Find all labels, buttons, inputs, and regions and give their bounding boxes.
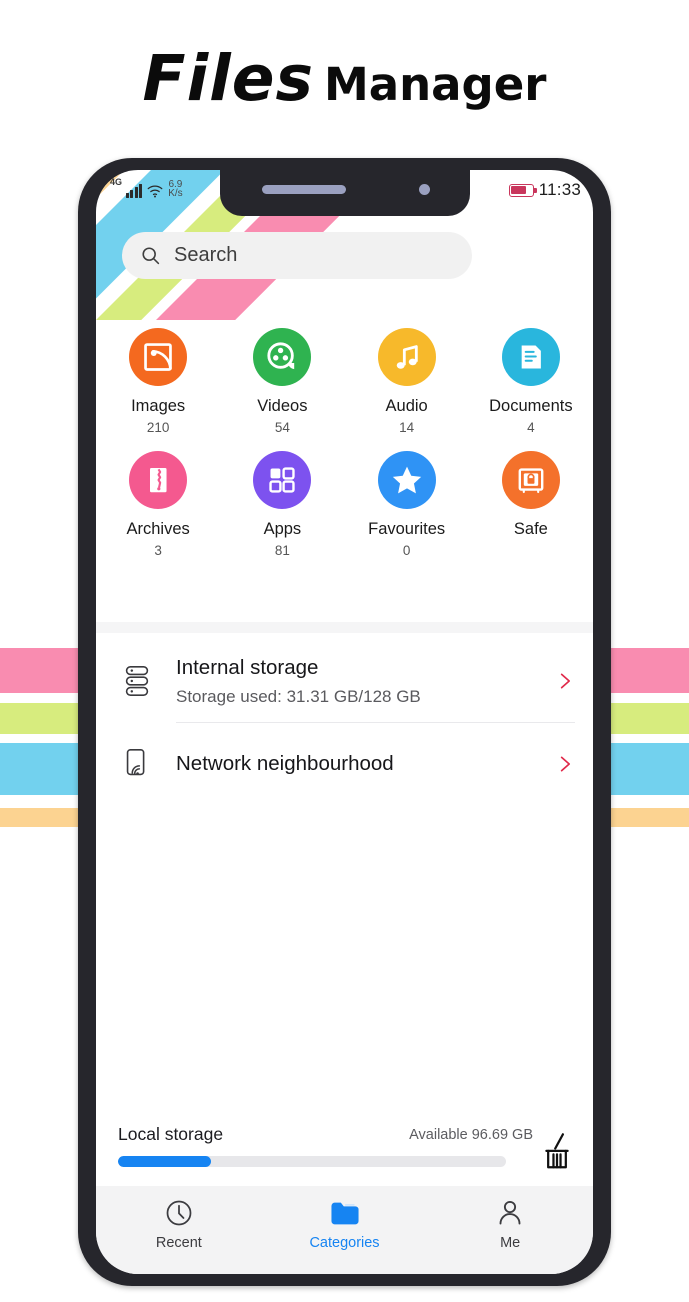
chevron-right-icon[interactable] bbox=[555, 671, 575, 691]
decor-stripe-cyan bbox=[0, 743, 80, 795]
search-icon bbox=[142, 247, 160, 265]
category-item-audio[interactable]: Audio 14 bbox=[345, 312, 469, 435]
front-camera bbox=[418, 184, 430, 195]
status-bar-left: 4G 6.9 K/s bbox=[110, 177, 183, 199]
category-count: 54 bbox=[274, 420, 290, 435]
nav-item-categories[interactable]: Categories bbox=[262, 1198, 428, 1251]
phone-notch bbox=[219, 170, 470, 216]
category-label: Apps bbox=[263, 520, 302, 538]
signal-bars-icon bbox=[126, 183, 143, 198]
music-note-icon bbox=[377, 328, 436, 386]
status-bar: 4G 6.9 K/s 11:33 bbox=[96, 170, 593, 220]
category-label: Favourites bbox=[368, 520, 446, 538]
category-item-apps[interactable]: Apps 81 bbox=[220, 435, 344, 558]
network-phone-icon bbox=[122, 747, 166, 781]
category-count: 4 bbox=[527, 420, 535, 435]
broom-icon[interactable] bbox=[539, 1132, 575, 1172]
nav-label-me: Me bbox=[500, 1235, 521, 1251]
local-storage-label: Local storage bbox=[118, 1124, 224, 1144]
internal-storage-subtitle: Storage used: 31.31 GB/128 GB bbox=[176, 686, 421, 706]
search-bar[interactable]: Search bbox=[122, 232, 472, 279]
document-icon bbox=[501, 328, 560, 386]
network-neighbourhood-text: Network neighbourhood bbox=[166, 752, 555, 776]
disks-icon bbox=[122, 664, 166, 698]
archive-zip-icon bbox=[129, 451, 188, 509]
nav-item-recent[interactable]: Recent bbox=[96, 1198, 262, 1251]
phone-screen: 4G 6.9 K/s 11:33 Search Images 210 Video… bbox=[96, 170, 593, 1274]
internal-storage-text: Internal storage Storage used: 31.31 GB/… bbox=[166, 656, 555, 707]
local-storage-available: Available 96.69 GB bbox=[409, 1126, 533, 1143]
list-item-internal-storage[interactable]: Internal storage Storage used: 31.31 GB/… bbox=[96, 640, 593, 722]
battery-icon bbox=[508, 183, 537, 197]
page-title-secondary: Manager bbox=[323, 58, 547, 111]
category-item-images[interactable]: Images 210 bbox=[96, 312, 220, 435]
decor-stripe-pink bbox=[0, 648, 80, 693]
local-storage-progress-bar bbox=[118, 1156, 506, 1167]
decor-stripe-orange bbox=[0, 808, 80, 827]
person-icon bbox=[499, 1200, 521, 1225]
category-label: Archives bbox=[126, 520, 190, 538]
category-count: 14 bbox=[399, 420, 415, 435]
category-label: Audio bbox=[385, 397, 428, 415]
nav-label-recent: Recent bbox=[155, 1235, 202, 1251]
safe-lock-icon bbox=[501, 451, 560, 509]
category-item-favourites[interactable]: Favourites 0 bbox=[345, 435, 469, 558]
status-bar-right: 11:33 bbox=[508, 180, 581, 200]
category-count: 3 bbox=[154, 543, 162, 558]
category-item-safe[interactable]: Safe bbox=[469, 435, 593, 558]
section-separator bbox=[96, 622, 593, 633]
bottom-nav: Recent Categories Me bbox=[96, 1186, 593, 1274]
page-title-primary: Files bbox=[142, 42, 314, 115]
network-neighbourhood-title: Network neighbourhood bbox=[176, 752, 394, 775]
film-reel-icon bbox=[253, 328, 312, 386]
category-label: Documents bbox=[489, 397, 573, 415]
decor-stripe-orange bbox=[610, 808, 689, 827]
folder-icon bbox=[330, 1202, 359, 1225]
phone-frame: 4G 6.9 K/s 11:33 Search Images 210 Video… bbox=[78, 158, 611, 1286]
apps-grid-icon bbox=[253, 451, 312, 509]
clock-icon bbox=[166, 1200, 192, 1226]
network-type-label: 4G bbox=[110, 177, 123, 187]
clock-label: 11:33 bbox=[538, 180, 581, 199]
earpiece-speaker bbox=[261, 185, 346, 194]
star-icon bbox=[377, 451, 436, 509]
category-item-archives[interactable]: Archives 3 bbox=[96, 435, 220, 558]
nav-label-categories: Categories bbox=[309, 1235, 380, 1251]
category-item-videos[interactable]: Videos 54 bbox=[220, 312, 344, 435]
category-count: 0 bbox=[402, 543, 411, 558]
list-item-network-neighbourhood[interactable]: Network neighbourhood bbox=[96, 723, 593, 805]
category-count: 210 bbox=[146, 420, 170, 435]
decor-stripe-cyan bbox=[610, 743, 689, 795]
decor-stripe-lime bbox=[0, 703, 80, 734]
local-storage-header: Local storage Available 96.69 GB bbox=[118, 1124, 575, 1145]
net-speed-unit: K/s bbox=[168, 188, 183, 199]
local-storage-progress-fill bbox=[118, 1156, 212, 1167]
category-grid: Images 210 Videos 54 Audio 14 Documents 4 Archiv… bbox=[96, 312, 593, 558]
search-placeholder: Search bbox=[174, 244, 238, 266]
category-item-documents[interactable]: Documents 4 bbox=[469, 312, 593, 435]
nav-item-me[interactable]: Me bbox=[427, 1198, 593, 1251]
local-storage-panel: Local storage Available 96.69 GB bbox=[96, 1124, 593, 1186]
category-row: Images 210 Videos 54 Audio 14 Documents 4 bbox=[96, 312, 593, 435]
category-count: 81 bbox=[274, 543, 290, 558]
net-speed: 6.9 K/s bbox=[168, 180, 183, 199]
wifi-icon bbox=[147, 185, 163, 198]
category-label: Videos bbox=[257, 397, 308, 415]
chevron-right-icon[interactable] bbox=[555, 754, 575, 774]
internal-storage-title: Internal storage bbox=[176, 655, 319, 679]
image-icon bbox=[129, 328, 188, 386]
category-row: Archives 3 Apps 81 Favourites 0 Safe bbox=[96, 435, 593, 558]
decor-stripe-pink bbox=[610, 648, 689, 693]
storage-list: Internal storage Storage used: 31.31 GB/… bbox=[96, 640, 593, 805]
page-title: Files Manager bbox=[0, 42, 689, 115]
screenshot-root: Files Manager 4G 6.9 K/s 11:33 Search Im… bbox=[0, 0, 689, 1302]
category-label: Safe bbox=[513, 520, 548, 538]
category-label: Images bbox=[131, 397, 186, 415]
decor-stripe-lime bbox=[610, 703, 689, 734]
